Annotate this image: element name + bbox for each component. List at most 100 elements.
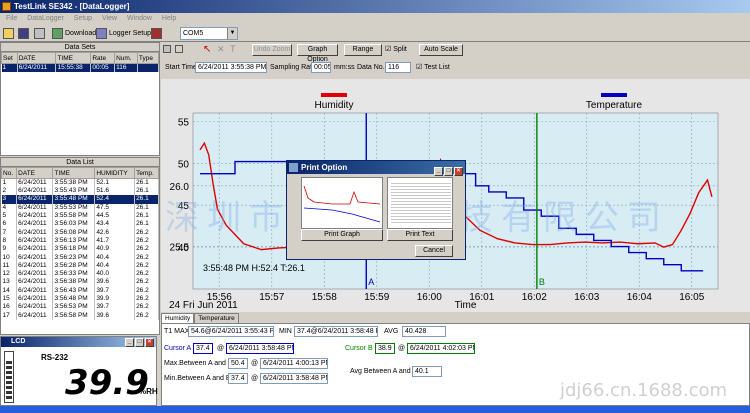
- table-row[interactable]: 14 6/24/2011 3:56:43 PM 39.7 26.2: [1, 286, 159, 295]
- cell: 41.7: [94, 236, 136, 246]
- table-row[interactable]: 5 6/24/2011 3:55:58 PM 44.5 26.1: [1, 211, 159, 221]
- sampling-unit: mm:ss: [334, 64, 355, 71]
- cell: 6/24/2011: [16, 203, 54, 212]
- table-row[interactable]: 8 6/24/2011 3:56:13 PM 41.7 26.2: [1, 236, 159, 246]
- cursor-b-value: 38.9: [375, 343, 395, 354]
- cell: 5: [1, 211, 18, 221]
- col-date[interactable]: DATE: [16, 167, 54, 179]
- table-row[interactable]: 1 6/24/2011 3:55:38 PM 52.1 26.1: [1, 178, 159, 187]
- tab-temperature[interactable]: Temperature: [194, 313, 239, 323]
- menu-help[interactable]: Help: [162, 15, 176, 22]
- table-row[interactable]: 2 6/24/2011 3:55:43 PM 51.6 26.1: [1, 187, 159, 196]
- auto-scale-button[interactable]: Auto Scale: [419, 44, 463, 56]
- graph-option-button[interactable]: Graph Option: [297, 44, 338, 63]
- menu-setup[interactable]: Setup: [74, 15, 92, 22]
- table-row[interactable]: 16 6/24/2011 3:56:53 PM 39.7 26.2: [1, 303, 159, 312]
- close-icon[interactable]: ×: [454, 167, 463, 176]
- cell: 6/24/2011: [16, 211, 54, 221]
- start-time-field[interactable]: 6/24/2011 3:55:38 PM: [195, 62, 267, 73]
- print-text-button[interactable]: Print Text: [387, 229, 453, 241]
- cancel-button[interactable]: Cancel: [415, 245, 453, 257]
- close-icon[interactable]: ×: [145, 338, 154, 347]
- table-row[interactable]: 9 6/24/2011 3:56:18 PM 40.9 26.2: [1, 245, 159, 254]
- menu-file[interactable]: File: [6, 15, 17, 22]
- dataset-row[interactable]: 1 6/24/2011 15:55:38 00:05 116: [1, 63, 160, 72]
- save-button[interactable]: [18, 27, 31, 40]
- menu-window[interactable]: Window: [127, 15, 152, 22]
- print-graph-button[interactable]: Print Graph: [301, 229, 383, 241]
- col-time[interactable]: TIME: [55, 52, 92, 64]
- table-row[interactable]: 6 6/24/2011 3:56:03 PM 43.4 26.1: [1, 220, 159, 229]
- download-button[interactable]: Download: [52, 27, 96, 40]
- print-button[interactable]: [34, 27, 47, 40]
- col-set[interactable]: Set: [1, 52, 18, 64]
- datalist-table: No. DATE TIME HUMIDITY Temp. 1 6/24/2011 3…: [1, 167, 159, 320]
- table-row[interactable]: 3 6/24/2011 3:55:48 PM 52.4 26.1: [1, 195, 159, 204]
- cell: 3:56:28 PM: [52, 261, 96, 270]
- x-tick-label: 16:03: [574, 292, 599, 303]
- menu-datalogger[interactable]: DataLogger: [27, 15, 64, 22]
- table-row[interactable]: 4 6/24/2011 3:55:53 PM 47.5 26.1: [1, 203, 159, 212]
- col-rate[interactable]: Rate: [90, 52, 116, 64]
- logger-setup-button[interactable]: Logger Setup: [96, 27, 151, 40]
- data-no-field[interactable]: 116: [385, 62, 411, 73]
- help-book-button[interactable]: [151, 27, 164, 40]
- sampling-rate-field[interactable]: 00:05: [311, 62, 331, 73]
- cell: 1: [1, 178, 18, 187]
- lcd-title: LCD: [11, 338, 26, 345]
- maximize-icon[interactable]: □: [135, 338, 144, 347]
- cell: 3:56:13 PM: [52, 236, 96, 246]
- date-label: 24 Fri Jun 2011: [169, 300, 238, 311]
- minimize-icon[interactable]: _: [125, 338, 134, 347]
- table-row[interactable]: 10 6/24/2011 3:56:23 PM 40.4 26.2: [1, 253, 159, 262]
- table-icon[interactable]: [174, 45, 183, 53]
- test-list-checkbox[interactable]: ☑ Test List: [416, 63, 450, 71]
- com-port-value: COM5: [183, 30, 204, 37]
- table-row[interactable]: 15 6/24/2011 3:56:48 PM 39.9 26.2: [1, 294, 159, 304]
- table-row[interactable]: 13 6/24/2011 3:56:38 PM 39.6 26.2: [1, 278, 159, 287]
- cell: 6/24/2011: [16, 286, 54, 295]
- col-type[interactable]: Type: [136, 52, 160, 64]
- pointer-icon[interactable]: ↖: [203, 44, 211, 55]
- cell: 7: [1, 228, 18, 237]
- cursor-b-marker: B: [539, 277, 545, 287]
- col-date[interactable]: DATE: [16, 52, 57, 64]
- col-no[interactable]: No.: [1, 167, 18, 179]
- cell: 13: [1, 278, 18, 287]
- chart-icon[interactable]: [163, 45, 171, 53]
- col-humidity[interactable]: HUMIDITY: [94, 167, 136, 179]
- cross-icon[interactable]: ✕: [217, 44, 225, 55]
- text-tool-icon[interactable]: T: [230, 44, 236, 54]
- max-ab-value: 50.4: [228, 358, 248, 369]
- min-field: 37.4@6/24/2011 3:58:48 PM: [294, 326, 378, 337]
- table-row[interactable]: 17 6/24/2011 3:56:58 PM 39.6 26.2: [1, 311, 159, 320]
- split-checkbox[interactable]: ☑ Split: [385, 45, 407, 53]
- table-row[interactable]: 11 6/24/2011 3:56:28 PM 40.4 26.2: [1, 261, 159, 270]
- datasets-table: Set DATE TIME Rate Num. Type 1 6/24/2011…: [1, 52, 160, 72]
- table-row[interactable]: 12 6/24/2011 3:56:33 PM 40.0 26.2: [1, 269, 159, 279]
- com-port-select[interactable]: COM5 ▼: [180, 27, 238, 40]
- col-time[interactable]: TIME: [52, 167, 96, 179]
- avg-label: AVG: [384, 328, 399, 335]
- cell: 26.2: [134, 294, 159, 304]
- table-row[interactable]: 7 6/24/2011 3:56:08 PM 42.6 26.2: [1, 228, 159, 237]
- cell: 14: [1, 286, 18, 295]
- lcd-unit: %RH: [139, 387, 158, 396]
- cell: 3:56:38 PM: [52, 278, 96, 287]
- open-button[interactable]: [3, 27, 16, 40]
- maximize-icon[interactable]: □: [444, 167, 453, 176]
- legend-label: Humidity: [315, 100, 354, 111]
- tab-humidity[interactable]: Humidity: [161, 313, 195, 323]
- undo-zoom-button[interactable]: Undo Zoom: [252, 44, 292, 56]
- col-num[interactable]: Num.: [114, 52, 138, 64]
- minimize-icon[interactable]: _: [434, 167, 443, 176]
- range-button[interactable]: Range: [344, 44, 382, 56]
- cell: 26.1: [134, 211, 159, 221]
- y-tick-label: 50: [178, 159, 190, 170]
- menu-bar: File DataLogger Setup View Window Help: [0, 13, 750, 24]
- app-icon: [2, 2, 11, 11]
- menu-view[interactable]: View: [102, 15, 117, 22]
- watermark-url: jdj66.cn.1688.com: [560, 380, 728, 401]
- x-tick-label: 15:58: [312, 292, 337, 303]
- col-temp[interactable]: Temp.: [134, 167, 159, 179]
